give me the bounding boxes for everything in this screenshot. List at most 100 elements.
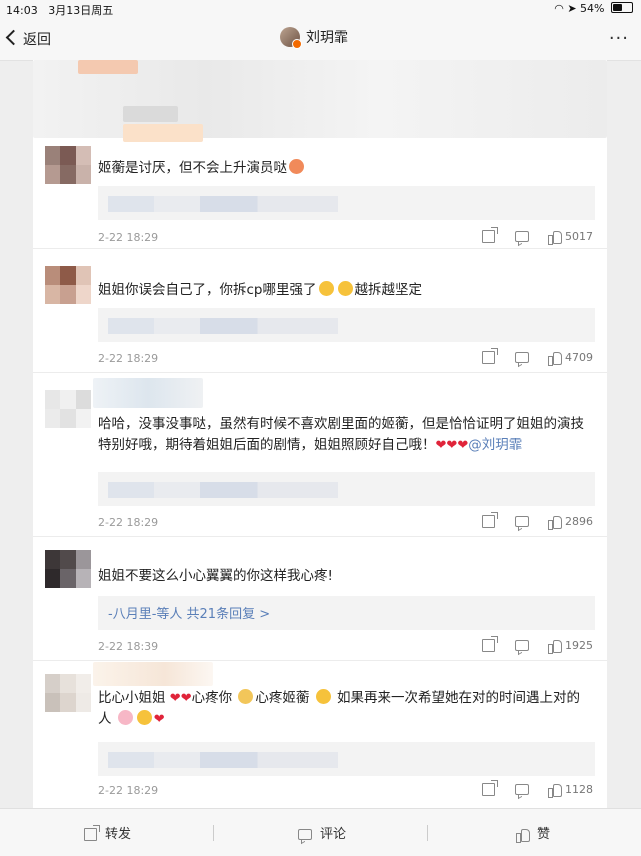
heart-icon: ❤: [153, 712, 165, 727]
heart-icon: ❤: [457, 438, 469, 453]
comment-text: 姐姐不要这么小心翼翼的你这样我心疼!: [98, 568, 333, 584]
divider: [213, 825, 214, 841]
comment-text: 姐姐你误会自己了，你拆cp哪里强了: [98, 282, 317, 298]
comment-text: 比心小姐姐: [98, 690, 166, 706]
like-count: 1925: [565, 638, 593, 652]
view-replies-link[interactable]: 共21条回复 >: [187, 607, 271, 622]
share-icon[interactable]: [482, 226, 498, 243]
status-bar: 14:03 3月13日周五 ◠ ➤ 54%: [0, 0, 641, 18]
like-button[interactable]: 赞: [516, 823, 551, 843]
like-icon: [516, 828, 530, 843]
like-count: 2896: [565, 514, 593, 528]
divider: [427, 825, 428, 841]
comment-item: 姬蘅是讨厌，但不会上升演员哒 2-22 18:29 5017: [33, 138, 607, 249]
comment-text: 姬蘅是讨厌，但不会上升演员哒: [98, 160, 287, 176]
blurred-avatar: [45, 146, 91, 184]
heart-icon: ❤: [435, 438, 447, 453]
like-icon[interactable]: [548, 515, 562, 530]
share-icon[interactable]: [482, 635, 498, 652]
comment-item: 比心小姐姐 ❤❤心疼你 心疼姬蘅 如果再来一次希望她在对的时间遇上对的人 ❤ 2…: [33, 660, 607, 808]
laughing-emoji-icon: [337, 281, 353, 296]
heart-icon: ❤: [169, 691, 181, 706]
comment-text: 心疼姬蘅: [255, 690, 310, 706]
blurred-reply: [108, 196, 338, 212]
like-count: 4709: [565, 350, 593, 364]
status-date: 3月13日周五: [48, 4, 114, 17]
repost-icon: [84, 825, 100, 841]
blurred-avatar: [45, 674, 91, 712]
comment-icon[interactable]: [514, 639, 529, 651]
battery-percent: 54%: [580, 2, 605, 15]
hug-emoji-icon: [238, 689, 254, 704]
reply-preview[interactable]: [98, 472, 595, 506]
blurred-avatar: [45, 550, 91, 588]
back-button[interactable]: 返回: [5, 29, 51, 49]
comment-feed[interactable]: 姬蘅是讨厌，但不会上升演员哒 2-22 18:29 5017 姐姐你误会自己了，…: [33, 60, 607, 808]
like-icon[interactable]: [548, 230, 562, 245]
pig-emoji-icon: [117, 710, 133, 725]
comment-icon[interactable]: [514, 351, 529, 363]
back-label: 返回: [23, 32, 51, 48]
share-icon[interactable]: [482, 779, 498, 796]
status-time: 14:03: [6, 4, 38, 17]
blurred-block: [123, 106, 178, 122]
comment-text: 心疼你: [191, 690, 233, 706]
comment-button[interactable]: 评论: [298, 823, 346, 842]
share-icon[interactable]: [482, 511, 498, 528]
heart-icon: ❤: [180, 691, 192, 706]
comment-date: 2-22 18:29: [98, 352, 159, 365]
comment-date: 2-22 18:29: [98, 516, 159, 529]
blurred-reply: [108, 318, 338, 334]
repost-label: 转发: [105, 827, 132, 842]
share-icon[interactable]: [482, 347, 498, 364]
repost-button[interactable]: 转发: [84, 823, 131, 842]
like-label: 赞: [537, 827, 551, 842]
comment-icon[interactable]: [514, 783, 529, 795]
mention-link[interactable]: @刘玥霏: [468, 437, 522, 453]
comment-label: 评论: [320, 827, 347, 842]
comment-text-tail: 越拆越坚定: [354, 282, 423, 298]
crying-emoji-icon: [315, 689, 331, 704]
blurred-username: [93, 662, 213, 686]
like-count: 1128: [565, 782, 593, 796]
avatar: [280, 27, 302, 49]
blurred-block: [78, 60, 138, 74]
heart-icon: ❤: [446, 438, 458, 453]
comment-date: 2-22 18:29: [98, 784, 159, 797]
location-icon: ➤: [567, 2, 577, 15]
nav-bar: 返回 刘玥霏 ···: [0, 18, 641, 61]
reply-users: -八月里-等人: [108, 607, 183, 622]
more-icon[interactable]: ···: [609, 28, 629, 49]
reply-preview[interactable]: [98, 186, 595, 220]
comment-item: 姐姐你误会自己了，你拆cp哪里强了 越拆越坚定 2-22 18:29 4709: [33, 248, 607, 373]
battery-icon: [611, 2, 633, 13]
blurred-username: [93, 378, 203, 408]
blurred-avatar: [45, 390, 91, 428]
reply-preview[interactable]: [98, 308, 595, 342]
battery-fill: [613, 4, 622, 11]
like-icon[interactable]: [548, 783, 562, 798]
chevron-left-icon: [5, 29, 22, 46]
reply-preview[interactable]: [98, 742, 595, 776]
surprised-emoji-icon: [136, 710, 152, 725]
emoji-icon: [289, 159, 304, 174]
comment-item: 姐姐不要这么小心翼翼的你这样我心疼! -八月里-等人 共21条回复 > 2-22…: [33, 536, 607, 661]
comment-icon: [298, 829, 312, 840]
bottom-toolbar: 转发 评论 赞: [0, 808, 641, 856]
comment-icon[interactable]: [514, 230, 529, 242]
page-title[interactable]: 刘玥霏: [280, 27, 348, 49]
like-count: 5017: [565, 229, 593, 243]
blurred-reply: [108, 752, 338, 768]
comment-date: 2-22 18:29: [98, 231, 159, 244]
reply-preview[interactable]: -八月里-等人 共21条回复 >: [98, 596, 595, 630]
comment-icon[interactable]: [514, 515, 529, 527]
blurred-avatar: [45, 266, 91, 304]
comment-item: 哈哈，没事没事哒，虽然有时候不喜欢剧里面的姬蘅，但是恰恰证明了姐姐的演技特别好哦…: [33, 372, 607, 537]
laughing-emoji-icon: [318, 281, 334, 296]
like-icon[interactable]: [548, 351, 562, 366]
verified-badge-icon: [292, 39, 302, 49]
like-icon[interactable]: [548, 639, 562, 654]
comment-date: 2-22 18:39: [98, 640, 159, 653]
page-title-text: 刘玥霏: [306, 30, 348, 46]
wifi-icon: ◠: [554, 2, 564, 15]
